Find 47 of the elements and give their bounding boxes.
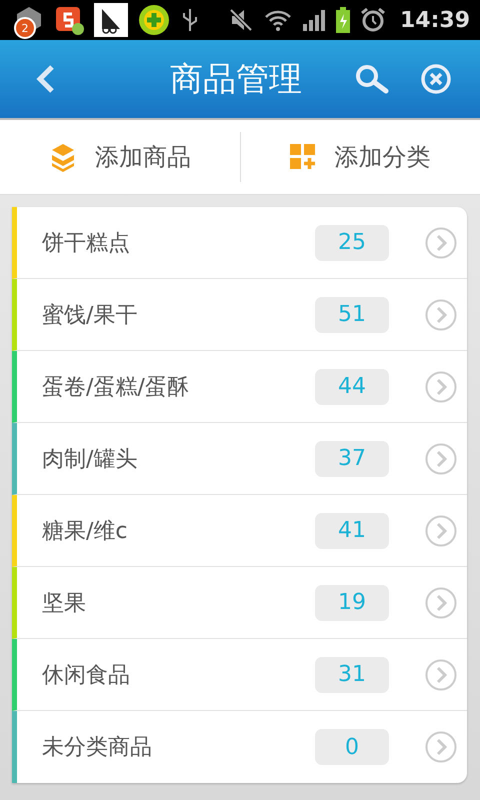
item-count: 37 [315,440,389,476]
chevron-right-icon [425,514,457,546]
item-count: 0 [315,729,389,765]
category-name: 休闲食品 [42,662,131,690]
category-row[interactable]: 蛋卷/蛋糕/蛋酥 44 [12,351,467,423]
category-row[interactable]: 糖果/维c 41 [12,495,467,567]
category-row[interactable]: 未分类商品 0 [12,711,467,783]
category-name: 未分类商品 [42,734,153,762]
grid-plus-icon [290,144,316,170]
wifi-icon [264,8,292,32]
category-name: 饼干糕点 [42,230,131,258]
chevron-right-icon [425,298,457,330]
app-icon [54,5,84,35]
category-row[interactable]: 坚果 19 [12,567,467,639]
mute-icon [228,7,254,33]
plus-icon [138,4,170,36]
category-name: 糖果/维c [42,518,129,546]
signal-icon [302,8,326,32]
category-name: 坚果 [42,590,87,618]
item-count: 25 [315,224,389,260]
item-count: 31 [315,656,389,692]
item-count: 51 [315,296,389,332]
chevron-right-icon [425,731,457,763]
item-count: 41 [315,512,389,548]
category-row[interactable]: 肉制/罐头 37 [12,423,467,495]
item-count: 44 [315,368,389,404]
close-icon [420,63,452,95]
app-icon [94,3,128,37]
category-name: 蛋卷/蛋糕/蛋酥 [42,374,190,402]
battery-icon [336,7,350,33]
chevron-right-icon [425,226,457,258]
page-title: 商品管理 [169,58,303,100]
alarm-icon [360,7,386,33]
chevron-right-icon [425,442,457,474]
chevron-right-icon [425,658,457,690]
chevron-right-icon [425,370,457,402]
clock-time: 14:39 [400,8,470,32]
search-icon [354,64,390,94]
category-name: 肉制/罐头 [42,446,138,474]
item-count: 19 [315,584,389,620]
category-row[interactable]: 饼干糕点 25 [12,207,467,279]
category-row[interactable]: 蜜饯/果干 51 [12,279,467,351]
category-row[interactable]: 休闲食品 31 [12,639,467,711]
category-name: 蜜饯/果干 [42,302,138,330]
chevron-right-icon [425,586,457,618]
usb-icon [180,7,200,33]
notification-badge: 2 [14,17,36,39]
